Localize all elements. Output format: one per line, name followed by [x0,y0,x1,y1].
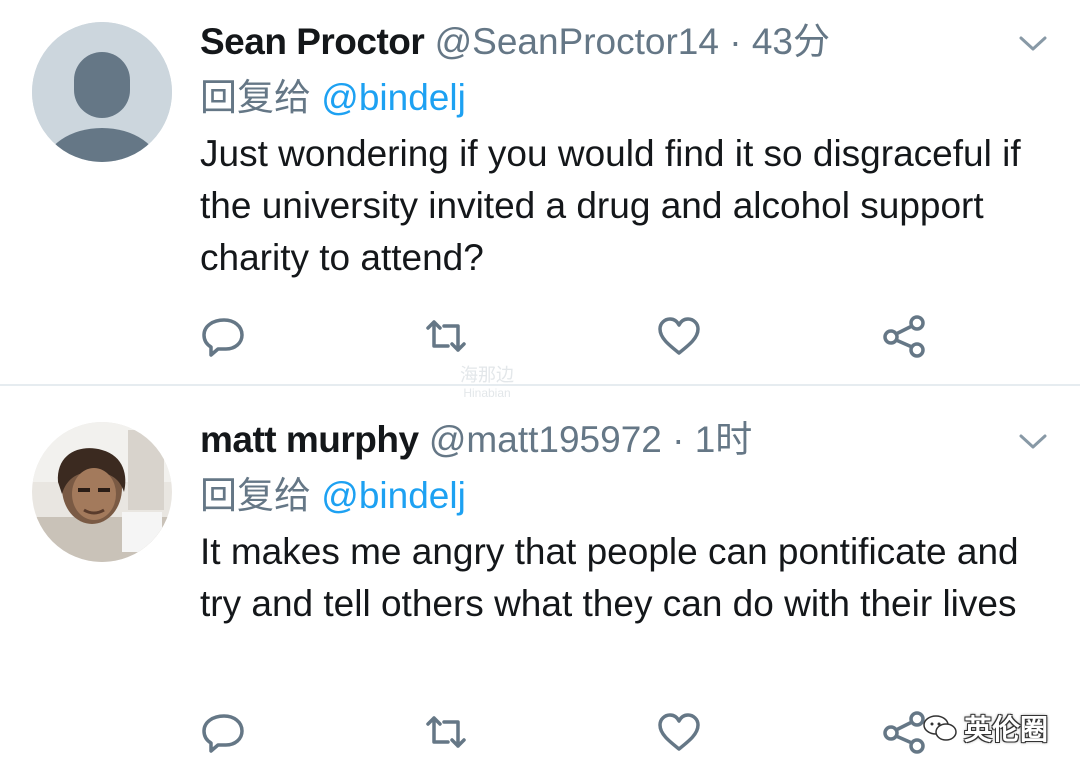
reply-context: 回复给 @bindelj [200,472,466,520]
retweet-icon [426,716,466,748]
author-name[interactable]: matt murphy [200,419,419,460]
tweet-card[interactable]: Sean Proctor @SeanProctor14 · 43分 回复给 @b… [0,0,1080,384]
user-photo-avatar[interactable] [32,422,172,562]
reply-prefix: 回复给 [200,77,311,118]
default-avatar-icon[interactable] [32,22,172,162]
chevron-down-icon[interactable] [1016,430,1050,454]
reply-icon [202,714,244,753]
mention-link[interactable]: @bindelj [321,77,466,118]
reply-button[interactable] [200,708,248,756]
chat-bubbles-icon [923,715,957,741]
author-handle[interactable]: @matt195972 [429,419,662,460]
retweet-button[interactable] [422,312,470,360]
reply-context: 回复给 @bindelj [200,74,466,122]
tweet-text: Just wondering if you would find it so d… [200,133,1021,278]
mention-link[interactable]: @bindelj [321,475,466,516]
watermark-label: 英伦圈 [963,714,1048,745]
share-icon [883,315,925,358]
tweet-text: It makes me angry that people can pontif… [200,531,1019,624]
chevron-down-icon[interactable] [1016,32,1050,56]
action-bar [200,312,960,360]
share-button[interactable] [880,708,928,756]
reply-prefix: 回复给 [200,475,311,516]
retweet-icon [426,320,466,352]
tweet-header: matt murphy @matt195972 · 1时 [200,416,752,464]
like-button[interactable] [655,312,703,360]
author-handle[interactable]: @SeanProctor14 [435,21,719,62]
author-name[interactable]: Sean Proctor [200,21,425,62]
retweet-button[interactable] [422,708,470,756]
watermark-text: 海那边 [460,365,514,385]
reply-button[interactable] [200,312,248,360]
tweet-header: Sean Proctor @SeanProctor14 · 43分 [200,18,830,66]
heart-icon [658,713,700,751]
timestamp[interactable]: 1时 [695,419,753,460]
watermark-badge: 英伦圈 [922,708,1048,748]
separator-dot: · [729,21,742,62]
tweet-card[interactable]: matt murphy @matt195972 · 1时 回复给 @bindel… [0,386,1080,778]
reply-icon [202,318,244,357]
timestamp[interactable]: 43分 [752,21,830,62]
like-button[interactable] [655,708,703,756]
heart-icon [658,317,700,355]
action-bar [200,708,960,756]
share-button[interactable] [880,312,928,360]
separator-dot: · [672,419,685,460]
share-icon [883,711,925,754]
